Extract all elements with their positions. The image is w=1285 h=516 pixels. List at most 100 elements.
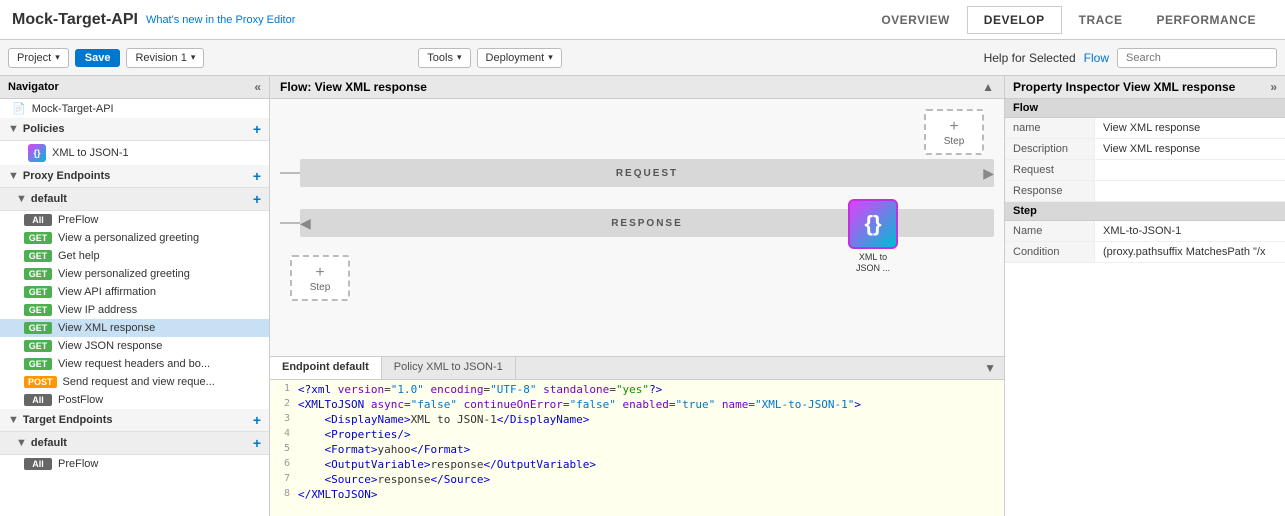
chevron-down-icon: ▾ xyxy=(191,52,196,63)
code-line-3: 3 <DisplayName>XML to JSON-1</DisplayNam… xyxy=(270,412,1004,427)
sidebar-item-target-preflow[interactable]: All PreFlow xyxy=(0,455,269,473)
code-scroll-btn[interactable]: ▼ xyxy=(976,357,1004,379)
toolbar-left: Project ▾ Save Revision 1 ▾ xyxy=(8,48,204,68)
project-dropdown[interactable]: Project ▾ xyxy=(8,48,69,68)
add-proxy-endpoint-btn[interactable]: + xyxy=(253,168,261,184)
app-subtitle[interactable]: What's new in the Proxy Editor xyxy=(146,14,295,26)
badge-get: GET xyxy=(24,250,52,262)
prop-section-step: Step xyxy=(1005,202,1285,221)
badge-all: All xyxy=(24,458,52,470)
add-default-btn[interactable]: + xyxy=(253,191,261,207)
plus-icon: + xyxy=(315,264,324,282)
top-nav: Mock-Target-API What's new in the Proxy … xyxy=(0,0,1285,40)
policy-node-label: XML toJSON ... xyxy=(856,252,890,274)
sidebar-item-view-ip[interactable]: GET View IP address xyxy=(0,301,269,319)
code-line-6: 6 <OutputVariable>response</OutputVariab… xyxy=(270,457,1004,472)
sidebar-item-xml-to-json[interactable]: {} XML to JSON-1 xyxy=(0,141,269,165)
nav-tabs: OVERVIEW DEVELOP TRACE PERFORMANCE xyxy=(864,6,1273,34)
badge-get: GET xyxy=(24,322,52,334)
plus-icon: + xyxy=(949,118,958,136)
add-target-default-btn[interactable]: + xyxy=(253,435,261,451)
add-policy-btn[interactable]: + xyxy=(253,121,261,137)
toggle-icon: ▼ xyxy=(8,170,19,182)
request-arrow-right: ▶ xyxy=(983,165,994,182)
add-target-endpoint-btn[interactable]: + xyxy=(253,412,261,428)
tab-overview[interactable]: OVERVIEW xyxy=(864,6,966,34)
response-arrow-left: ◀ xyxy=(300,215,311,232)
sidebar-header: Navigator « xyxy=(0,76,269,99)
sidebar-subsection-default[interactable]: ▼ default + xyxy=(0,188,269,211)
policy-node-xml-to-json[interactable]: {} XML toJSON ... xyxy=(842,199,904,274)
property-panel: Property Inspector View XML response » F… xyxy=(1005,76,1285,516)
navigator-label: Navigator xyxy=(8,81,59,93)
badge-get: GET xyxy=(24,286,52,298)
sidebar-subsection-target-default[interactable]: ▼ default + xyxy=(0,432,269,455)
policy-icon-large: {} xyxy=(848,199,898,249)
expand-property-btn[interactable]: » xyxy=(1270,80,1277,94)
prop-row-response: Response xyxy=(1005,181,1285,202)
code-line-5: 5 <Format>yahoo</Format> xyxy=(270,442,1004,457)
toolbar-center: Tools ▾ Deployment ▾ xyxy=(418,48,561,68)
code-line-7: 7 <Source>response</Source> xyxy=(270,472,1004,487)
request-label: REQUEST xyxy=(616,168,678,179)
collapse-sidebar-btn[interactable]: « xyxy=(254,80,261,94)
chevron-down-icon: ▾ xyxy=(457,52,462,63)
sidebar-section-target-endpoints[interactable]: ▼ Target Endpoints + xyxy=(0,409,269,432)
code-line-1: 1 <?xml version="1.0" encoding="UTF-8" s… xyxy=(270,382,1004,397)
prop-row-condition: Condition (proxy.pathsuffix MatchesPath … xyxy=(1005,242,1285,263)
code-line-4: 4 <Properties/> xyxy=(270,427,1004,442)
sidebar-item-view-xml[interactable]: GET View XML response xyxy=(0,319,269,337)
tab-trace[interactable]: TRACE xyxy=(1062,6,1140,34)
code-tab-policy[interactable]: Policy XML to JSON-1 xyxy=(382,357,516,379)
flow-header: Flow: View XML response ▲ xyxy=(270,76,1004,99)
toggle-icon: ▼ xyxy=(16,437,27,449)
toolbar: Project ▾ Save Revision 1 ▾ Tools ▾ Depl… xyxy=(0,40,1285,76)
code-content[interactable]: 1 <?xml version="1.0" encoding="UTF-8" s… xyxy=(270,380,1004,516)
req-line-left xyxy=(280,172,300,174)
sidebar-item-view-json[interactable]: GET View JSON response xyxy=(0,337,269,355)
help-link[interactable]: Flow xyxy=(1084,51,1109,65)
chevron-down-icon: ▾ xyxy=(548,52,553,63)
tab-performance[interactable]: PERFORMANCE xyxy=(1139,6,1273,34)
sidebar-item-view-api-affirmation[interactable]: GET View API affirmation xyxy=(0,283,269,301)
sidebar-item-preflow[interactable]: All PreFlow xyxy=(0,211,269,229)
main-layout: Navigator « 📄 Mock-Target-API ▼ Policies… xyxy=(0,76,1285,516)
search-input[interactable] xyxy=(1117,48,1277,68)
sidebar-item-view-request-headers[interactable]: GET View request headers and bo... xyxy=(0,355,269,373)
deployment-dropdown[interactable]: Deployment ▾ xyxy=(477,48,562,68)
property-inspector-header: Property Inspector View XML response » xyxy=(1005,76,1285,99)
prop-row-name: name View XML response xyxy=(1005,118,1285,139)
badge-post: POST xyxy=(24,376,57,388)
badge-get: GET xyxy=(24,358,52,370)
sidebar-item-view-personalized-greeting[interactable]: GET View personalized greeting xyxy=(0,265,269,283)
badge-get: GET xyxy=(24,304,52,316)
sidebar-item-postflow[interactable]: All PostFlow xyxy=(0,391,269,409)
request-row: REQUEST ▶ xyxy=(280,159,994,187)
sidebar-item-root[interactable]: 📄 Mock-Target-API xyxy=(0,99,269,118)
tab-develop[interactable]: DEVELOP xyxy=(967,6,1062,34)
code-tab-endpoint[interactable]: Endpoint default xyxy=(270,357,382,379)
code-area: Endpoint default Policy XML to JSON-1 ▼ … xyxy=(270,356,1004,516)
prop-row-request: Request xyxy=(1005,160,1285,181)
code-line-2: 2 <XMLToJSON async="false" continueOnErr… xyxy=(270,397,1004,412)
code-line-8: 8 </XMLToJSON> xyxy=(270,487,1004,502)
revision-dropdown[interactable]: Revision 1 ▾ xyxy=(126,48,204,68)
flow-canvas: + Step REQUEST ▶ ◀ RESPONSE xyxy=(270,99,1004,356)
tools-dropdown[interactable]: Tools ▾ xyxy=(418,48,470,68)
sidebar-item-get-help[interactable]: GET Get help xyxy=(0,247,269,265)
sidebar-section-policies[interactable]: ▼ Policies + xyxy=(0,118,269,141)
sidebar-item-send-request[interactable]: POST Send request and view reque... xyxy=(0,373,269,391)
flow-title: Flow: View XML response xyxy=(280,80,427,94)
flow-area: Flow: View XML response ▲ + Step REQUEST… xyxy=(270,76,1005,516)
app-title: Mock-Target-API xyxy=(12,11,138,29)
chevron-down-icon: ▾ xyxy=(55,52,60,63)
sidebar-item-view-greeting[interactable]: GET View a personalized greeting xyxy=(0,229,269,247)
step-label: Step xyxy=(944,136,965,147)
toggle-icon: ▼ xyxy=(8,123,19,135)
expand-flow-btn[interactable]: ▲ xyxy=(982,80,994,94)
save-button[interactable]: Save xyxy=(75,49,121,67)
step-box-bottom[interactable]: + Step xyxy=(290,255,350,301)
step-box-top[interactable]: + Step xyxy=(924,109,984,155)
badge-get: GET xyxy=(24,340,52,352)
sidebar-section-proxy-endpoints[interactable]: ▼ Proxy Endpoints + xyxy=(0,165,269,188)
